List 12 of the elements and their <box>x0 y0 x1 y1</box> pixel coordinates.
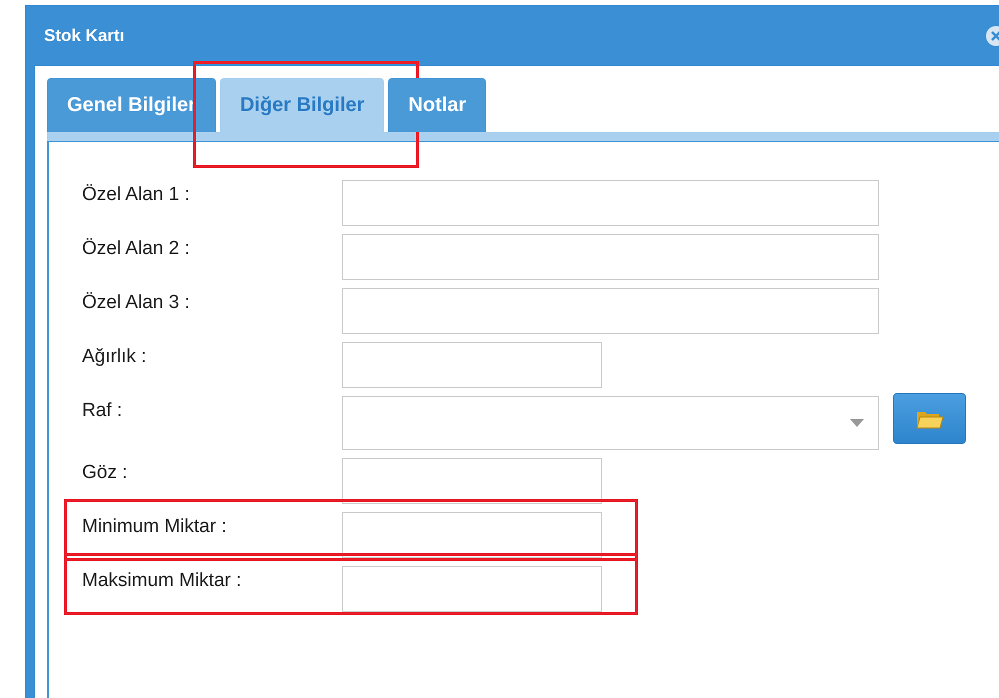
field-label: Özel Alan 1 : <box>82 183 191 207</box>
field-label: Minimum Miktar : <box>82 515 228 539</box>
field-label: Özel Alan 3 : <box>82 291 191 315</box>
field-label: Raf : <box>82 399 124 423</box>
field-label: Özel Alan 2 : <box>82 237 191 261</box>
tab[interactable]: Genel Bilgiler <box>47 78 216 132</box>
field-label: Ağırlık : <box>82 345 148 369</box>
tab[interactable]: Diğer Bilgiler <box>220 78 384 132</box>
field-label: Maksimum Miktar : <box>82 569 242 593</box>
field-label: Göz : <box>82 461 128 485</box>
tab[interactable]: Notlar <box>388 78 486 132</box>
window-title: Stok Kartı <box>44 26 124 46</box>
